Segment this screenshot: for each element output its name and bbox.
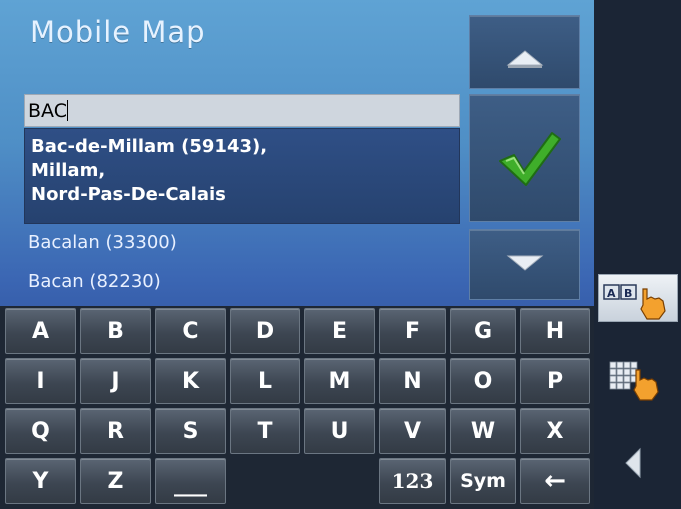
search-input[interactable]: BAC	[24, 94, 460, 127]
key-u[interactable]: U	[304, 408, 375, 454]
app-title: Mobile Map	[30, 15, 206, 49]
numbers-key[interactable]: 123	[379, 458, 446, 504]
triangle-up-icon	[506, 50, 544, 68]
backspace-key[interactable]: ←	[520, 458, 590, 504]
scroll-down-button[interactable]	[469, 229, 580, 300]
on-screen-keyboard: A B C D E F G H I J K L M N O P Q R S T …	[0, 306, 594, 509]
mode-strip	[594, 0, 681, 509]
key-n[interactable]: N	[379, 358, 446, 404]
grid-keyboard-mode-button[interactable]	[606, 358, 670, 402]
selected-line-2: Millam,	[31, 160, 106, 181]
ab-keyboard-mode-button[interactable]: A B	[598, 274, 678, 322]
key-a[interactable]: A	[5, 308, 76, 354]
ab-keyboard-hand-icon: A B	[603, 284, 666, 320]
space-key[interactable]: ___	[155, 458, 226, 504]
key-r[interactable]: R	[80, 408, 151, 454]
svg-text:A: A	[607, 287, 616, 300]
mobile-map-app: Mobile Map BAC Bac-de-Millam (59143), Mi…	[0, 0, 681, 509]
key-h[interactable]: H	[520, 308, 590, 354]
confirm-button[interactable]	[469, 94, 580, 222]
result-item-bacalan[interactable]: Bacalan (33300)	[28, 232, 177, 253]
search-text: BAC	[28, 100, 67, 122]
grid-keyboard-hand-icon	[609, 361, 659, 401]
text-caret	[66, 100, 68, 121]
symbols-key[interactable]: Sym	[450, 458, 516, 504]
key-x[interactable]: X	[520, 408, 590, 454]
triangle-down-icon	[506, 255, 544, 271]
key-z[interactable]: Z	[80, 458, 151, 504]
triangle-left-icon[interactable]	[622, 446, 646, 480]
key-l[interactable]: L	[230, 358, 300, 404]
svg-text:B: B	[624, 287, 632, 300]
key-s[interactable]: S	[155, 408, 226, 454]
selected-line-3: Nord-Pas-De-Calais	[31, 184, 226, 205]
key-i[interactable]: I	[5, 358, 76, 404]
key-t[interactable]: T	[230, 408, 300, 454]
result-item-bacan[interactable]: Bacan (82230)	[28, 271, 161, 292]
key-e[interactable]: E	[304, 308, 375, 354]
key-v[interactable]: V	[379, 408, 446, 454]
key-o[interactable]: O	[450, 358, 516, 404]
checkmark-icon	[499, 132, 561, 186]
key-c[interactable]: C	[155, 308, 226, 354]
selected-line-1: Bac-de-Millam (59143),	[31, 136, 268, 157]
key-g[interactable]: G	[450, 308, 516, 354]
key-f[interactable]: F	[379, 308, 446, 354]
key-b[interactable]: B	[80, 308, 151, 354]
key-k[interactable]: K	[155, 358, 226, 404]
selected-result[interactable]: Bac-de-Millam (59143), Millam, Nord-Pas-…	[24, 128, 460, 224]
key-d[interactable]: D	[230, 308, 300, 354]
key-w[interactable]: W	[450, 408, 516, 454]
scroll-up-button[interactable]	[469, 15, 580, 89]
key-q[interactable]: Q	[5, 408, 76, 454]
key-m[interactable]: M	[304, 358, 375, 404]
key-y[interactable]: Y	[5, 458, 76, 504]
key-p[interactable]: P	[520, 358, 590, 404]
key-j[interactable]: J	[80, 358, 151, 404]
